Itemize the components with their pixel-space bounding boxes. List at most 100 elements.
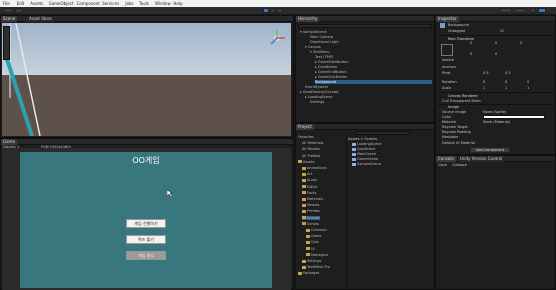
project-tree-item[interactable]: Models — [302, 203, 319, 207]
anchors-foldout[interactable]: Anchors — [442, 65, 456, 69]
project-search-input[interactable] — [356, 131, 410, 135]
project-tree-item[interactable]: Audio — [302, 178, 317, 182]
tab-asset-store[interactable]: Asset Store — [27, 16, 54, 22]
tab-project[interactable]: Project — [296, 124, 314, 130]
tab-console[interactable]: Console — [436, 156, 456, 162]
project-tree-item[interactable]: All Models — [302, 147, 320, 151]
rot-z-field[interactable]: 0 — [527, 80, 529, 84]
menu-item-jobs[interactable]: Jobs — [125, 1, 133, 6]
menu-item-services[interactable]: Services — [102, 1, 119, 6]
menu-item-file[interactable]: File — [3, 1, 10, 6]
scene-viewport[interactable] — [2, 23, 291, 136]
image-component-header[interactable]: Image — [448, 105, 459, 109]
project-tree-item[interactable]: Favorites — [298, 135, 314, 139]
project-tree-item[interactable]: Animations — [302, 166, 327, 170]
game-start-button[interactable]: 게임 진행하기 — [126, 219, 166, 228]
left-value[interactable]: 0 — [470, 41, 472, 45]
hierarchy-search-input[interactable] — [298, 24, 432, 28]
hierarchy-item[interactable]: ▾ TextMenu — [310, 50, 432, 54]
top-value[interactable]: 0 — [495, 41, 497, 45]
project-tree-item[interactable]: Fonts — [302, 191, 316, 195]
pivot-x-field[interactable]: 0.5 — [483, 71, 489, 75]
project-file-item[interactable]: QuizScene — [352, 147, 375, 151]
tag-dropdown[interactable]: Untagged — [448, 29, 465, 33]
menu-item-component[interactable]: Component — [77, 1, 100, 6]
project-tree-item[interactable]: Settings — [302, 259, 321, 263]
project-tree-item[interactable]: Packages — [298, 271, 319, 275]
menu-item-assets[interactable]: Assets — [30, 1, 43, 6]
cloud-icon[interactable] — [15, 8, 23, 13]
game-canvas[interactable]: OO게임 게임 진행하기 퀴즈 풀기 게임 종료 — [20, 152, 272, 288]
hierarchy-item[interactable]: ▸ GameEndButton — [315, 70, 432, 74]
anchor-preset-button[interactable] — [441, 44, 453, 56]
color-swatch[interactable] — [483, 115, 545, 119]
project-tree-item[interactable]: Editor — [302, 185, 317, 189]
collapse-button[interactable]: Collapse — [452, 163, 467, 167]
project-file-item[interactable]: MainScene — [352, 152, 376, 156]
project-tree-item[interactable]: Assets — [298, 160, 314, 164]
hierarchy-item[interactable]: Background — [315, 80, 432, 84]
canvas-renderer-header[interactable]: Canvas Renderer — [448, 94, 478, 98]
account-button[interactable] — [3, 8, 13, 13]
pos-z-value[interactable]: 0 — [520, 41, 522, 45]
scene-gizmo-icon[interactable] — [268, 29, 286, 47]
hierarchy-item[interactable]: ▸ LoadingScene — [305, 95, 432, 99]
hierarchy-item[interactable]: Directional Light — [310, 40, 432, 44]
project-tree-item[interactable]: Scripts — [302, 222, 319, 226]
quiz-button[interactable]: 퀴즈 풀기 — [126, 235, 166, 244]
tab-inspector[interactable]: Inspector — [436, 16, 459, 22]
project-file-item[interactable]: SampleScene — [352, 162, 381, 166]
project-tree-item[interactable]: Managers — [306, 253, 328, 257]
project-tree-item[interactable]: Art — [302, 172, 312, 176]
game-quit-button[interactable]: 게임 종료 — [126, 251, 166, 260]
tools-overlay[interactable] — [3, 26, 10, 60]
material-field[interactable]: None (Material) — [483, 120, 510, 124]
clear-button[interactable]: Clear — [438, 163, 447, 167]
pivot-y-field[interactable]: 0.5 — [505, 71, 511, 75]
pause-button[interactable] — [270, 8, 276, 13]
play-button[interactable] — [263, 8, 269, 13]
menu-item-window[interactable]: Window — [155, 1, 171, 6]
tab-scene[interactable]: Scene — [1, 16, 18, 22]
tab-hierarchy[interactable]: Hierarchy — [296, 16, 320, 22]
project-tree-item[interactable]: Common — [306, 228, 327, 232]
project-file-item[interactable]: GameScene — [352, 157, 378, 161]
layout-dropdown[interactable] — [514, 8, 526, 13]
add-component-button[interactable]: Add Component — [470, 147, 510, 153]
layer-dropdown[interactable]: UI — [500, 29, 504, 33]
menu-item-tools[interactable]: Tools — [139, 1, 149, 6]
project-tree-item[interactable]: Scenes — [302, 215, 320, 220]
project-tree-item[interactable]: All Prefabs — [302, 154, 320, 158]
settings-icon[interactable] — [538, 8, 546, 13]
menu-item-edit[interactable]: Edit — [17, 1, 25, 6]
project-tree-item[interactable]: Quiz — [306, 240, 319, 244]
hierarchy-item[interactable]: ▾ SampleScene — [300, 30, 432, 34]
hierarchy-item[interactable]: ▸ DontDestroyOnLoad — [300, 90, 432, 94]
layers-dropdown[interactable] — [500, 8, 512, 13]
rot-y-field[interactable]: 0 — [505, 80, 507, 84]
hierarchy-item[interactable]: Text (TMP) — [315, 55, 432, 59]
scale-x-field[interactable]: 1 — [483, 86, 485, 90]
hierarchy-item[interactable]: ▾ Canvas — [305, 45, 432, 49]
project-file-item[interactable]: LoadingScene — [352, 142, 381, 146]
project-tree-item[interactable]: Materials — [302, 197, 323, 201]
hierarchy-item[interactable]: Main Camera — [310, 35, 432, 39]
rot-x-field[interactable]: 0 — [483, 80, 485, 84]
project-tree-item[interactable]: All Materials — [302, 141, 324, 145]
menu-item-help[interactable]: Help — [173, 1, 182, 6]
menu-item-gameobject[interactable]: GameObject — [49, 1, 74, 6]
scale-y-field[interactable]: 1 — [505, 86, 507, 90]
source-image-field[interactable]: None (Sprite) — [483, 110, 506, 114]
hierarchy-item[interactable]: EventSystem — [305, 85, 432, 89]
bottom-value[interactable]: 0 — [495, 52, 497, 56]
tab-version-control[interactable]: Unity Version Control — [458, 156, 505, 162]
right-value[interactable]: 0 — [470, 52, 472, 56]
project-tree-item[interactable]: Prefabs — [302, 209, 320, 213]
hierarchy-item[interactable]: ▸ QuizButton — [315, 65, 432, 69]
hierarchy-item[interactable]: ▸ GameQuitButton — [315, 75, 432, 79]
project-tree-item[interactable]: TextMesh Pro — [302, 265, 330, 269]
hierarchy-item[interactable]: ▸ GameStartButton — [315, 60, 432, 64]
hierarchy-item[interactable]: Settings — [310, 100, 432, 104]
object-name-field[interactable]: Background — [448, 23, 469, 27]
project-tree-item[interactable]: UI — [306, 247, 315, 251]
